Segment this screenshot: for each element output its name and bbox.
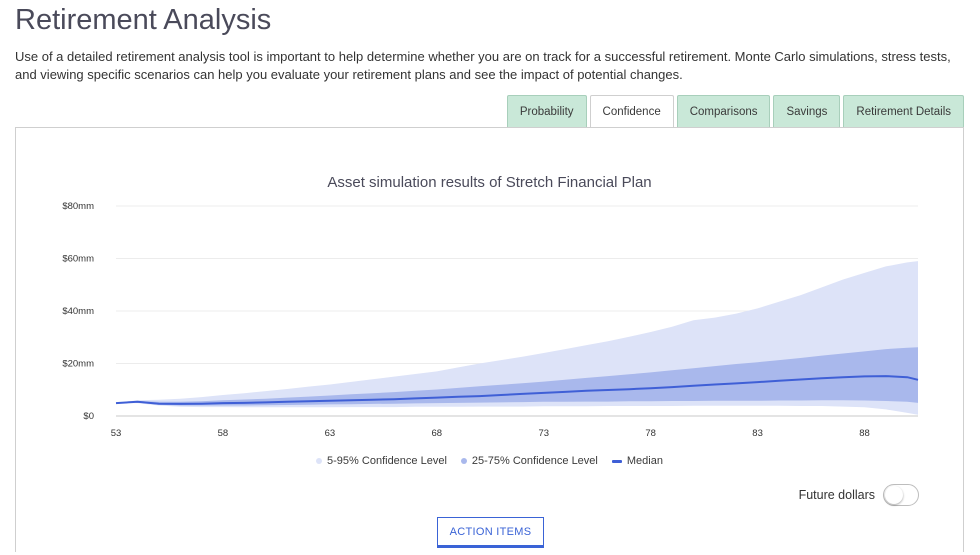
legend-item-band-75[interactable]: 25-75% Confidence Level <box>460 455 598 467</box>
x-tick-label: 78 <box>645 428 656 439</box>
band-95-swatch-icon <box>316 458 323 464</box>
legend-label-band-75: 25-75% Confidence Level <box>471 455 598 467</box>
median-swatch-icon <box>611 459 622 463</box>
y-tick-label: $20mm <box>62 359 94 370</box>
legend-label-band-95: 5-95% Confidence Level <box>327 455 447 467</box>
legend-label-median: Median <box>626 455 663 467</box>
x-tick-label: 73 <box>538 428 549 439</box>
future-dollars-toggle[interactable] <box>883 484 919 506</box>
x-tick-label: 83 <box>752 428 763 439</box>
tab-savings[interactable]: Savings <box>773 95 841 127</box>
tab-confidence[interactable]: Confidence <box>589 95 674 129</box>
y-tick-label: $60mm <box>62 254 94 265</box>
intro-text: Use of a detailed retirement analysis to… <box>15 49 951 82</box>
chart-legend: 5-95% Confidence Level 25-75% Confidence… <box>16 455 963 467</box>
toggle-knob <box>885 486 903 504</box>
page-title: Retirement Analysis <box>15 4 272 36</box>
action-items-button[interactable]: ACTION ITEMS <box>437 517 544 548</box>
chart-panel: Asset simulation results of Stretch Fina… <box>15 127 964 552</box>
future-dollars-control: Future dollars <box>799 484 919 506</box>
asset-simulation-chart: $0 $20mm $40mm $60mm $80mm 53 58 63 68 73 78 83 88 <box>62 201 919 439</box>
tab-retirement-details[interactable]: Retirement Details <box>843 95 964 127</box>
y-tick-label: $0 <box>83 411 94 422</box>
x-tick-label: 63 <box>325 428 336 439</box>
band-75-swatch-icon <box>460 458 467 464</box>
tab-bar: Probability Confidence Comparisons Savin… <box>506 95 964 129</box>
tab-comparisons[interactable]: Comparisons <box>676 95 771 127</box>
future-dollars-label: Future dollars <box>798 488 875 502</box>
legend-item-band-95[interactable]: 5-95% Confidence Level <box>316 455 447 467</box>
x-tick-label: 53 <box>111 428 122 439</box>
x-tick-label: 68 <box>432 428 443 439</box>
x-tick-label: 88 <box>859 428 870 439</box>
legend-item-median[interactable]: Median <box>611 455 663 467</box>
y-tick-label: $40mm <box>62 306 94 317</box>
y-tick-label: $80mm <box>62 201 94 212</box>
tab-probability[interactable]: Probability <box>506 95 587 127</box>
x-tick-label: 58 <box>218 428 229 439</box>
